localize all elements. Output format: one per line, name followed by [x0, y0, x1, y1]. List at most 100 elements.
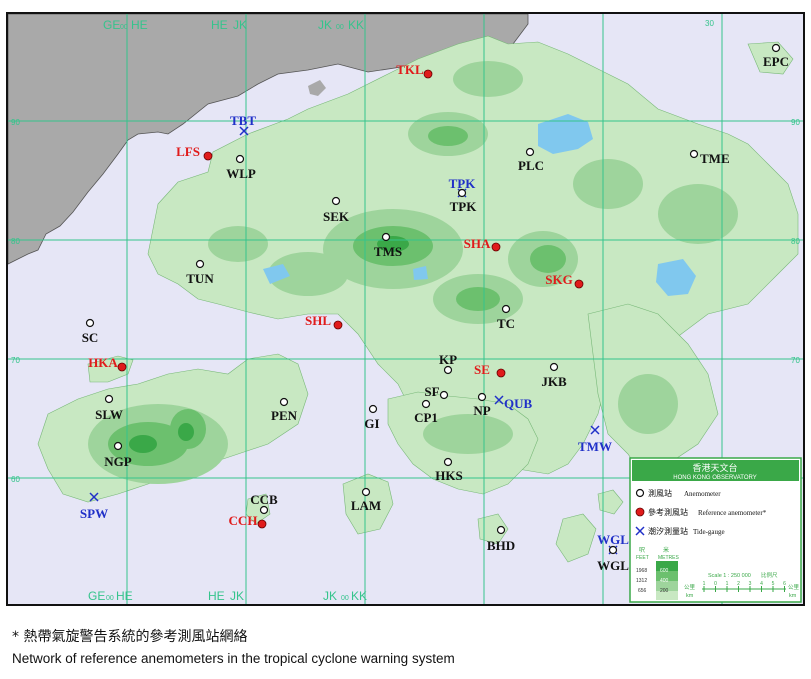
scale-tick-label: 0 — [714, 581, 717, 587]
station-cp1-anemometer-marker — [421, 399, 431, 409]
station-cch-reference-marker — [257, 519, 267, 529]
station-se-reference-marker — [496, 368, 506, 378]
legend-reference-symbol — [635, 507, 645, 517]
station-skg-reference-label: SKG — [545, 272, 572, 287]
legend-reference-zh: 參考測風站 — [648, 507, 688, 517]
elev-header-metres: METRES — [658, 555, 680, 561]
station-jkb-anemometer-marker — [549, 362, 559, 372]
legend-reference-en: Reference anemometer* — [698, 509, 767, 517]
grid-top-he-2: HE — [211, 18, 228, 32]
grid-bottom-he-2: HE — [208, 589, 225, 603]
station-tun-anemometer-label: TUN — [186, 271, 214, 286]
station-hka-reference-label: HKA — [88, 355, 118, 370]
station-bhd-anemometer-marker — [496, 525, 506, 535]
station-tkl-reference-marker — [423, 69, 433, 79]
legend-tide-zh: 潮汐測量站 — [648, 526, 688, 536]
station-bhd-anemometer-label: BHD — [487, 538, 515, 553]
scale-tick-label: 4 — [760, 581, 763, 587]
station-map: GE 00 HE HE JK JK 00 KK 30 90 80 70 60 9… — [8, 14, 803, 604]
elev-header-zh-metres: 米 — [663, 546, 669, 554]
legend-anemometer-en: Anemometer — [684, 490, 721, 498]
map-frame: GE 00 HE HE JK JK 00 KK 30 90 80 70 60 9… — [6, 12, 805, 606]
station-tms-anemometer-label: TMS — [374, 244, 402, 259]
grid-bottom-ge: GE — [88, 589, 105, 603]
station-plc-anemometer-label: PLC — [518, 158, 544, 173]
station-ccb-anemometer-marker — [259, 505, 269, 515]
station-lfs-reference-label: LFS — [176, 144, 200, 159]
station-epc-anemometer-label: EPC — [763, 54, 789, 69]
station-ngp-anemometer-label: NGP — [104, 454, 132, 469]
station-wlp-anemometer-label: WLP — [226, 166, 256, 181]
station-np-anemometer-marker — [477, 392, 487, 402]
station-sc-anemometer-marker — [85, 318, 95, 328]
station-sf-anemometer-label: SF — [424, 384, 439, 399]
station-sha-reference-label: SHA — [464, 236, 491, 251]
station-np-anemometer-label: NP — [473, 403, 490, 418]
scale-unit-km: km — [686, 593, 694, 599]
station-tms-anemometer-marker — [381, 232, 391, 242]
station-tmw-tide-label: TMW — [578, 439, 612, 454]
station-ccb-anemometer-label: CCB — [250, 492, 278, 507]
elev-header-feet: FEET — [636, 555, 649, 561]
elev-metres-200: 200 — [660, 588, 669, 594]
legend-tide-en: Tide-gauge — [693, 528, 725, 536]
legend-title-en: HONG KONG OBSERVATORY — [673, 475, 756, 481]
legend-anemometer-zh: 測風站 — [648, 488, 672, 498]
elev-metres-600: 600 — [660, 568, 669, 574]
grid-top-sub-2: 00 — [336, 24, 344, 31]
station-kp-anemometer-label: KP — [439, 352, 457, 367]
legend-title-zh: 香港天文台 — [692, 462, 737, 474]
grid-bottom-he-1: HE — [116, 589, 133, 603]
station-wlp-anemometer-marker — [235, 154, 245, 164]
station-ngp-anemometer-marker — [113, 441, 123, 451]
station-gi-anemometer-label: GI — [364, 416, 379, 431]
elev-metres-400: 400 — [660, 578, 669, 584]
grid-right-70: 70 — [791, 356, 800, 365]
station-hks-anemometer-label: HKS — [435, 468, 462, 483]
station-shl-reference-label: SHL — [305, 313, 331, 328]
station-tpk-anemometer-label: TPK — [450, 199, 478, 214]
station-skg-reference-marker — [574, 279, 584, 289]
grid-top-right-number: 30 — [705, 19, 714, 28]
station-sek-anemometer-marker — [331, 196, 341, 206]
caption: * 熱帶氣旋警告系統的參考測風站網絡 Network of reference … — [12, 626, 802, 670]
station-lfs-reference-marker — [203, 151, 213, 161]
grid-bottom-jk-1: JK — [230, 589, 244, 603]
station-tpk-anemometer-marker — [457, 188, 467, 198]
grid-top-sub-1: 00 — [120, 24, 128, 31]
grid-top-kk: KK — [348, 18, 364, 32]
elev-feet-656: 656 — [638, 588, 647, 594]
station-kp-anemometer-marker — [443, 365, 453, 375]
station-tme-anemometer-marker — [689, 149, 699, 159]
station-cp1-anemometer-label: CP1 — [414, 410, 438, 425]
grid-left-70: 70 — [11, 356, 20, 365]
station-qub-tide-label: QUB — [504, 396, 533, 411]
station-sf-anemometer-marker — [439, 390, 449, 400]
grid-top-jk-2: JK — [318, 18, 332, 32]
grid-top-he-1: HE — [131, 18, 148, 32]
grid-left-80: 80 — [11, 237, 20, 246]
station-tme-anemometer-label: TME — [700, 151, 730, 166]
scale-tick-label: 5 — [772, 581, 775, 587]
station-gi-anemometer-marker — [368, 404, 378, 414]
grid-right-90: 90 — [791, 118, 800, 127]
grid-bottom-sub-1: 00 — [106, 595, 114, 602]
station-pen-anemometer-marker — [279, 397, 289, 407]
station-epc-anemometer-marker — [771, 43, 781, 53]
station-hka-reference-marker — [117, 362, 127, 372]
station-se-reference-label: SE — [474, 362, 490, 377]
grid-bottom-kk: KK — [351, 589, 367, 603]
scale-tick-label: 1 — [703, 581, 706, 587]
grid-top-ge: GE — [103, 18, 120, 32]
grid-top-jk-1: JK — [233, 18, 247, 32]
caption-en: Network of reference anemometers in the … — [12, 651, 455, 666]
station-cch-reference-label: CCH — [229, 513, 258, 528]
station-tun-anemometer-marker — [195, 259, 205, 269]
scale-unit-zh: 公里 — [684, 584, 696, 591]
station-wgl-tide-label: WGL — [597, 532, 629, 547]
scale-unit-zh-right: 公里 — [788, 584, 800, 591]
legend-anemometer-symbol — [635, 488, 645, 498]
station-shl-reference-marker — [333, 320, 343, 330]
grid-bottom-sub-2: 00 — [341, 595, 349, 602]
station-slw-anemometer-label: SLW — [95, 407, 123, 422]
